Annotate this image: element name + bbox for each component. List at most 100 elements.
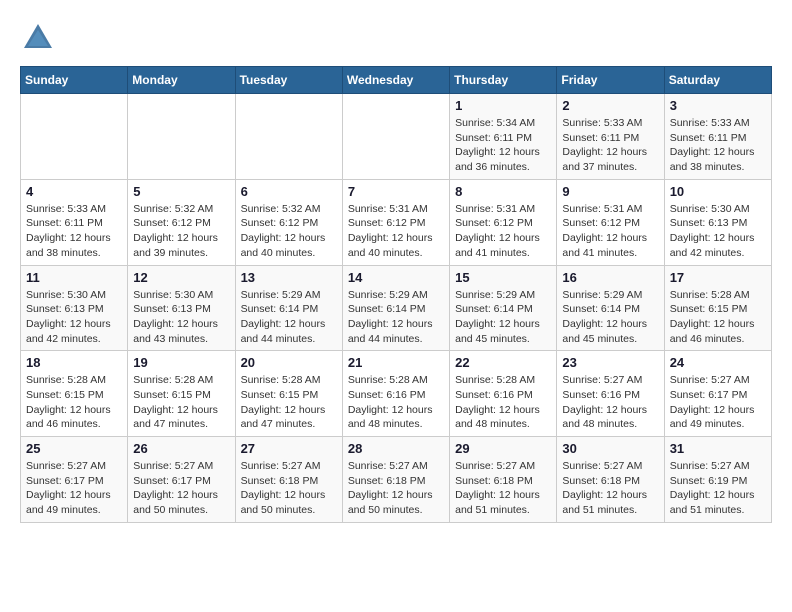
day-number: 23	[562, 355, 658, 370]
week-row-4: 18Sunrise: 5:28 AM Sunset: 6:15 PM Dayli…	[21, 351, 772, 437]
day-info: Sunrise: 5:27 AM Sunset: 6:17 PM Dayligh…	[670, 373, 766, 432]
calendar-cell: 27Sunrise: 5:27 AM Sunset: 6:18 PM Dayli…	[235, 437, 342, 523]
day-number: 5	[133, 184, 229, 199]
day-number: 19	[133, 355, 229, 370]
day-number: 16	[562, 270, 658, 285]
week-row-2: 4 Sunrise: 5:33 AM Sunset: 6:11 PM Daylig…	[21, 179, 772, 265]
day-number: 15	[455, 270, 551, 285]
day-info: Sunrise: 5:32 AM Sunset: 6:12 PM Dayligh…	[133, 202, 229, 261]
day-info: Sunrise: 5:31 AM Sunset: 6:12 PM Dayligh…	[348, 202, 444, 261]
calendar-cell: 1 Sunrise: 5:34 AM Sunset: 6:11 PM Daylig…	[450, 94, 557, 180]
calendar-cell: 29 Sunrise: 5:27 AM Sunset: 6:18 PM Dayli…	[450, 437, 557, 523]
day-info: Sunrise: 5:33 AM Sunset: 6:11 PM Dayligh…	[26, 202, 122, 261]
day-info: Sunrise: 5:29 AM Sunset: 6:14 PM Dayligh…	[562, 288, 658, 347]
week-row-1: 1 Sunrise: 5:34 AM Sunset: 6:11 PM Daylig…	[21, 94, 772, 180]
day-number: 21	[348, 355, 444, 370]
calendar-header: SundayMondayTuesdayWednesdayThursdayFrid…	[21, 67, 772, 94]
day-info: Sunrise: 5:27 AM Sunset: 6:17 PM Dayligh…	[26, 459, 122, 518]
logo-icon	[20, 20, 56, 56]
day-number: 4	[26, 184, 122, 199]
calendar-cell: 15 Sunrise: 5:29 AM Sunset: 6:14 PM Dayli…	[450, 265, 557, 351]
day-number: 27	[241, 441, 337, 456]
calendar-cell: 22Sunrise: 5:28 AM Sunset: 6:16 PM Dayli…	[450, 351, 557, 437]
calendar-cell: 19 Sunrise: 5:28 AM Sunset: 6:15 PM Dayli…	[128, 351, 235, 437]
day-info: Sunrise: 5:28 AM Sunset: 6:15 PM Dayligh…	[26, 373, 122, 432]
page-header	[20, 20, 772, 56]
logo	[20, 20, 62, 56]
day-info: Sunrise: 5:28 AM Sunset: 6:16 PM Dayligh…	[348, 373, 444, 432]
calendar-cell: 25Sunrise: 5:27 AM Sunset: 6:17 PM Dayli…	[21, 437, 128, 523]
day-number: 8	[455, 184, 551, 199]
calendar-cell	[235, 94, 342, 180]
week-row-3: 11 Sunrise: 5:30 AM Sunset: 6:13 PM Dayli…	[21, 265, 772, 351]
calendar-cell	[342, 94, 449, 180]
day-header-wednesday: Wednesday	[342, 67, 449, 94]
calendar-cell: 31Sunrise: 5:27 AM Sunset: 6:19 PM Dayli…	[664, 437, 771, 523]
day-number: 31	[670, 441, 766, 456]
day-info: Sunrise: 5:33 AM Sunset: 6:11 PM Dayligh…	[670, 116, 766, 175]
calendar-cell: 24Sunrise: 5:27 AM Sunset: 6:17 PM Dayli…	[664, 351, 771, 437]
calendar-cell: 28 Sunrise: 5:27 AM Sunset: 6:18 PM Dayli…	[342, 437, 449, 523]
calendar-cell	[128, 94, 235, 180]
day-header-tuesday: Tuesday	[235, 67, 342, 94]
week-row-5: 25Sunrise: 5:27 AM Sunset: 6:17 PM Dayli…	[21, 437, 772, 523]
calendar-table: SundayMondayTuesdayWednesdayThursdayFrid…	[20, 66, 772, 523]
day-number: 10	[670, 184, 766, 199]
calendar-cell	[21, 94, 128, 180]
day-info: Sunrise: 5:34 AM Sunset: 6:11 PM Dayligh…	[455, 116, 551, 175]
day-number: 28	[348, 441, 444, 456]
day-info: Sunrise: 5:29 AM Sunset: 6:14 PM Dayligh…	[348, 288, 444, 347]
calendar-body: 1 Sunrise: 5:34 AM Sunset: 6:11 PM Daylig…	[21, 94, 772, 523]
day-info: Sunrise: 5:30 AM Sunset: 6:13 PM Dayligh…	[26, 288, 122, 347]
calendar-cell: 5 Sunrise: 5:32 AM Sunset: 6:12 PM Daylig…	[128, 179, 235, 265]
day-info: Sunrise: 5:33 AM Sunset: 6:11 PM Dayligh…	[562, 116, 658, 175]
day-info: Sunrise: 5:27 AM Sunset: 6:18 PM Dayligh…	[455, 459, 551, 518]
day-number: 1	[455, 98, 551, 113]
day-info: Sunrise: 5:27 AM Sunset: 6:18 PM Dayligh…	[562, 459, 658, 518]
day-header-thursday: Thursday	[450, 67, 557, 94]
calendar-cell: 16 Sunrise: 5:29 AM Sunset: 6:14 PM Dayli…	[557, 265, 664, 351]
calendar-cell: 30 Sunrise: 5:27 AM Sunset: 6:18 PM Dayli…	[557, 437, 664, 523]
calendar-cell: 12 Sunrise: 5:30 AM Sunset: 6:13 PM Dayli…	[128, 265, 235, 351]
calendar-cell: 3Sunrise: 5:33 AM Sunset: 6:11 PM Daylig…	[664, 94, 771, 180]
calendar-cell: 8 Sunrise: 5:31 AM Sunset: 6:12 PM Daylig…	[450, 179, 557, 265]
day-number: 17	[670, 270, 766, 285]
day-number: 30	[562, 441, 658, 456]
calendar-cell: 10Sunrise: 5:30 AM Sunset: 6:13 PM Dayli…	[664, 179, 771, 265]
day-number: 6	[241, 184, 337, 199]
calendar-cell: 18Sunrise: 5:28 AM Sunset: 6:15 PM Dayli…	[21, 351, 128, 437]
day-info: Sunrise: 5:28 AM Sunset: 6:15 PM Dayligh…	[670, 288, 766, 347]
day-number: 9	[562, 184, 658, 199]
day-info: Sunrise: 5:30 AM Sunset: 6:13 PM Dayligh…	[133, 288, 229, 347]
day-number: 14	[348, 270, 444, 285]
calendar-cell: 7 Sunrise: 5:31 AM Sunset: 6:12 PM Daylig…	[342, 179, 449, 265]
calendar-cell: 6 Sunrise: 5:32 AM Sunset: 6:12 PM Daylig…	[235, 179, 342, 265]
day-number: 2	[562, 98, 658, 113]
day-info: Sunrise: 5:28 AM Sunset: 6:15 PM Dayligh…	[241, 373, 337, 432]
calendar-cell: 14 Sunrise: 5:29 AM Sunset: 6:14 PM Dayli…	[342, 265, 449, 351]
day-info: Sunrise: 5:32 AM Sunset: 6:12 PM Dayligh…	[241, 202, 337, 261]
day-number: 26	[133, 441, 229, 456]
calendar-cell: 21 Sunrise: 5:28 AM Sunset: 6:16 PM Dayli…	[342, 351, 449, 437]
day-header-saturday: Saturday	[664, 67, 771, 94]
day-info: Sunrise: 5:28 AM Sunset: 6:15 PM Dayligh…	[133, 373, 229, 432]
day-number: 20	[241, 355, 337, 370]
day-info: Sunrise: 5:29 AM Sunset: 6:14 PM Dayligh…	[455, 288, 551, 347]
day-number: 13	[241, 270, 337, 285]
calendar-cell: 4 Sunrise: 5:33 AM Sunset: 6:11 PM Daylig…	[21, 179, 128, 265]
day-info: Sunrise: 5:31 AM Sunset: 6:12 PM Dayligh…	[455, 202, 551, 261]
calendar-cell: 11 Sunrise: 5:30 AM Sunset: 6:13 PM Dayli…	[21, 265, 128, 351]
day-number: 7	[348, 184, 444, 199]
day-number: 29	[455, 441, 551, 456]
day-header-sunday: Sunday	[21, 67, 128, 94]
calendar-cell: 26 Sunrise: 5:27 AM Sunset: 6:17 PM Dayli…	[128, 437, 235, 523]
day-info: Sunrise: 5:27 AM Sunset: 6:18 PM Dayligh…	[348, 459, 444, 518]
day-number: 11	[26, 270, 122, 285]
day-number: 12	[133, 270, 229, 285]
day-info: Sunrise: 5:31 AM Sunset: 6:12 PM Dayligh…	[562, 202, 658, 261]
day-info: Sunrise: 5:27 AM Sunset: 6:17 PM Dayligh…	[133, 459, 229, 518]
calendar-cell: 23 Sunrise: 5:27 AM Sunset: 6:16 PM Dayli…	[557, 351, 664, 437]
day-info: Sunrise: 5:27 AM Sunset: 6:16 PM Dayligh…	[562, 373, 658, 432]
day-header-friday: Friday	[557, 67, 664, 94]
day-info: Sunrise: 5:28 AM Sunset: 6:16 PM Dayligh…	[455, 373, 551, 432]
